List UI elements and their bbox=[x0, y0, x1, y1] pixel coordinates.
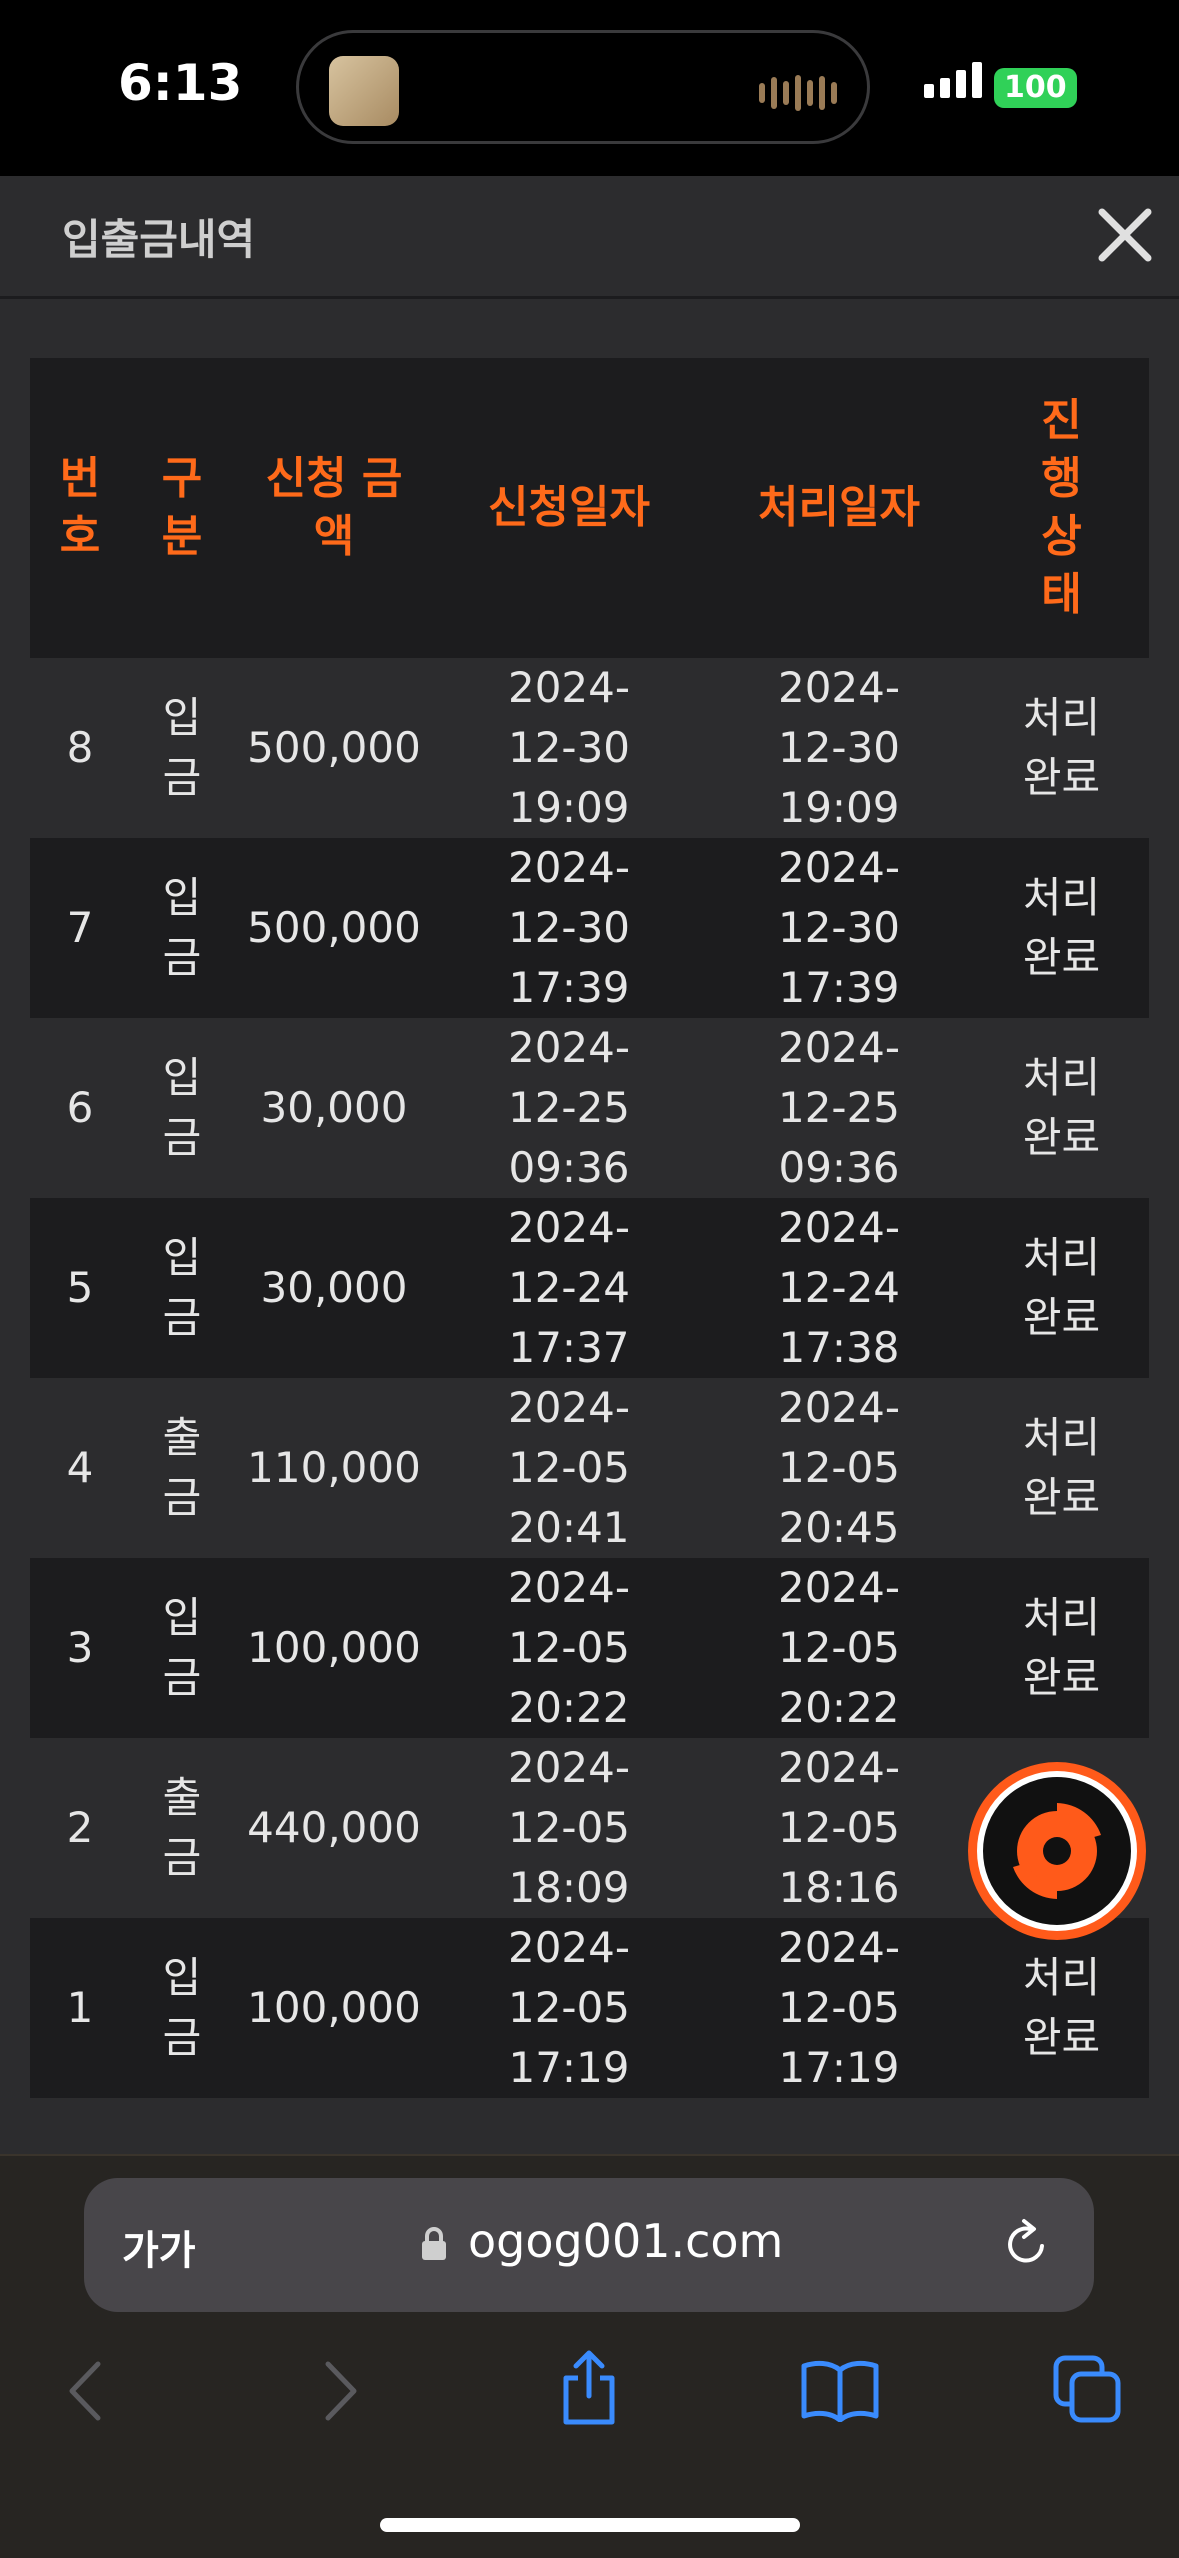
row-process-date: 2024-12-05 20:22 bbox=[704, 1558, 974, 1738]
row-amount: 110,000 bbox=[234, 1378, 434, 1558]
home-indicator[interactable] bbox=[380, 2518, 800, 2532]
table-row: 5 입금 30,000 2024-12-24 17:37 2024-12-24 17:3… bbox=[30, 1198, 1149, 1378]
floating-chat-button[interactable] bbox=[968, 1762, 1146, 1940]
lock-icon bbox=[422, 2227, 446, 2260]
address-bar[interactable]: 가가 ogog001.com bbox=[84, 2178, 1094, 2312]
back-icon[interactable] bbox=[64, 2358, 108, 2424]
row-status: 처리완료 bbox=[974, 838, 1149, 1018]
row-request-date: 2024-12-24 17:37 bbox=[434, 1198, 704, 1378]
row-amount: 100,000 bbox=[234, 1558, 434, 1738]
table-row: 8 입금 500,000 2024-12-30 19:09 2024-12-30 19:… bbox=[30, 658, 1149, 838]
cellular-signal-icon bbox=[924, 62, 982, 98]
forward-icon[interactable] bbox=[318, 2358, 362, 2424]
url-text: ogog001.com bbox=[468, 2214, 784, 2268]
table-row: 3 입금 100,000 2024-12-05 20:22 2024-12-05 20:… bbox=[30, 1558, 1149, 1738]
reload-icon[interactable] bbox=[1002, 2216, 1052, 2272]
row-process-date: 2024-12-30 17:39 bbox=[704, 838, 974, 1018]
text-size-button[interactable]: 가가 bbox=[122, 2218, 196, 2276]
row-number: 5 bbox=[30, 1198, 130, 1378]
row-status: 처리완료 bbox=[974, 1378, 1149, 1558]
row-request-date: 2024-12-05 17:19 bbox=[434, 1918, 704, 2098]
close-icon[interactable] bbox=[1094, 204, 1156, 266]
row-amount: 100,000 bbox=[234, 1918, 434, 2098]
row-amount: 440,000 bbox=[234, 1738, 434, 1918]
row-process-date: 2024-12-25 09:36 bbox=[704, 1018, 974, 1198]
table-row: 4 출금 110,000 2024-12-05 20:41 2024-12-05 20:… bbox=[30, 1378, 1149, 1558]
fab-ring bbox=[977, 1771, 1137, 1931]
dynamic-island[interactable] bbox=[296, 30, 870, 144]
column-header-type: 구분 bbox=[130, 358, 234, 658]
row-type: 입금 bbox=[130, 1918, 234, 2098]
row-amount: 30,000 bbox=[234, 1018, 434, 1198]
row-status: 처리완료 bbox=[974, 1558, 1149, 1738]
row-amount: 500,000 bbox=[234, 658, 434, 838]
table-row: 7 입금 500,000 2024-12-30 17:39 2024-12-30 17:… bbox=[30, 838, 1149, 1018]
row-process-date: 2024-12-30 19:09 bbox=[704, 658, 974, 838]
battery-indicator: 100 bbox=[994, 68, 1077, 108]
row-number: 8 bbox=[30, 658, 130, 838]
row-number: 3 bbox=[30, 1558, 130, 1738]
row-type: 입금 bbox=[130, 1198, 234, 1378]
row-request-date: 2024-12-25 09:36 bbox=[434, 1018, 704, 1198]
row-process-date: 2024-12-05 17:19 bbox=[704, 1918, 974, 2098]
share-icon[interactable] bbox=[556, 2348, 622, 2428]
battery-tip bbox=[1066, 80, 1071, 96]
row-request-date: 2024-12-30 17:39 bbox=[434, 838, 704, 1018]
row-amount: 500,000 bbox=[234, 838, 434, 1018]
row-type: 출금 bbox=[130, 1378, 234, 1558]
status-bar: 6:13 100 bbox=[0, 0, 1179, 176]
column-header-number: 번호 bbox=[30, 358, 130, 658]
row-process-date: 2024-12-05 18:16 bbox=[704, 1738, 974, 1918]
row-status: 처리완료 bbox=[974, 1918, 1149, 2098]
row-number: 1 bbox=[30, 1918, 130, 2098]
row-type: 입금 bbox=[130, 658, 234, 838]
row-request-date: 2024-12-05 20:41 bbox=[434, 1378, 704, 1558]
tabs-icon[interactable] bbox=[1052, 2354, 1124, 2426]
modal-header: 입출금내역 bbox=[0, 176, 1179, 299]
table-row: 6 입금 30,000 2024-12-25 09:36 2024-12-25 09:3… bbox=[30, 1018, 1149, 1198]
row-type: 입금 bbox=[130, 1018, 234, 1198]
row-status: 처리완료 bbox=[974, 1198, 1149, 1378]
row-process-date: 2024-12-24 17:38 bbox=[704, 1198, 974, 1378]
column-header-amount: 신청 금액 bbox=[234, 358, 434, 658]
row-number: 7 bbox=[30, 838, 130, 1018]
row-request-date: 2024-12-05 20:22 bbox=[434, 1558, 704, 1738]
table-row: 1 입금 100,000 2024-12-05 17:19 2024-12-05 17:… bbox=[30, 1918, 1149, 2098]
row-number: 6 bbox=[30, 1018, 130, 1198]
row-process-date: 2024-12-05 20:45 bbox=[704, 1378, 974, 1558]
clock: 6:13 bbox=[118, 54, 243, 112]
row-number: 4 bbox=[30, 1378, 130, 1558]
row-number: 2 bbox=[30, 1738, 130, 1918]
column-header-process-date: 처리일자 bbox=[704, 358, 974, 658]
column-header-request-date: 신청일자 bbox=[434, 358, 704, 658]
row-type: 입금 bbox=[130, 1558, 234, 1738]
row-request-date: 2024-12-30 19:09 bbox=[434, 658, 704, 838]
bookmarks-icon[interactable] bbox=[800, 2358, 880, 2422]
row-status: 처리완료 bbox=[974, 658, 1149, 838]
table-header-row: 번호 구분 신청 금액 신청일자 처리일자 진행상태 bbox=[30, 358, 1149, 658]
row-type: 출금 bbox=[130, 1738, 234, 1918]
column-header-status: 진행상태 bbox=[974, 358, 1149, 658]
audio-waveform-icon bbox=[759, 75, 837, 111]
page-title: 입출금내역 bbox=[62, 215, 256, 264]
row-request-date: 2024-12-05 18:09 bbox=[434, 1738, 704, 1918]
now-playing-artwork bbox=[329, 56, 399, 126]
swirl-logo-icon bbox=[1013, 1803, 1101, 1899]
row-amount: 30,000 bbox=[234, 1198, 434, 1378]
row-status: 처리완료 bbox=[974, 1018, 1149, 1198]
row-type: 입금 bbox=[130, 838, 234, 1018]
